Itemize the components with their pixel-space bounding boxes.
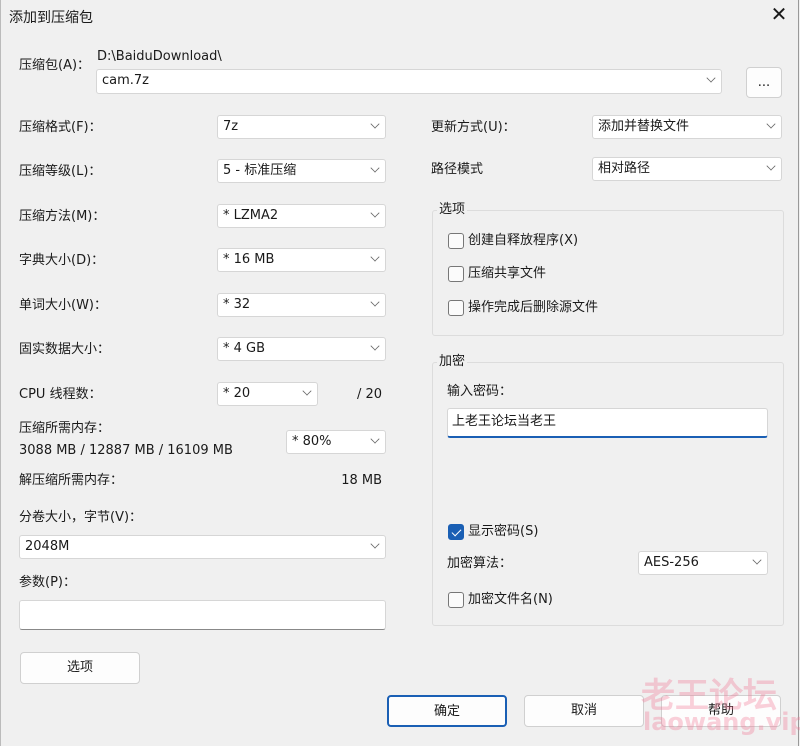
dict-label: 字典大小(D)：	[19, 253, 105, 268]
split-label: 分卷大小，字节(V)：	[19, 510, 143, 525]
checkbox-icon	[448, 592, 464, 608]
format-value: 7z	[223, 119, 239, 134]
archive-name-value: cam.7z	[102, 73, 150, 88]
encryption-group	[432, 362, 784, 626]
chevron-down-icon	[766, 161, 776, 171]
dict-value: * 16 MB	[223, 252, 275, 267]
encrypt-names-label: 加密文件名(N)	[468, 592, 553, 607]
cancel-button[interactable]: 取消	[524, 695, 644, 727]
word-label: 单词大小(W)：	[19, 298, 107, 313]
delete-after-label: 操作完成后删除源文件	[468, 300, 599, 315]
cpu-label: CPU 线程数：	[19, 387, 102, 402]
mem-label: 压缩所需内存：	[19, 421, 111, 436]
update-value: 添加并替换文件	[598, 119, 690, 134]
chevron-down-icon	[370, 163, 380, 173]
params-input[interactable]	[19, 600, 386, 630]
close-icon[interactable]: ✕	[767, 2, 791, 26]
split-value: 2048M	[25, 539, 70, 554]
chevron-down-icon	[370, 539, 380, 549]
pathmode-combo[interactable]: 相对路径	[592, 157, 782, 181]
cpu-combo[interactable]: * 20	[217, 382, 318, 406]
checkbox-checked-icon	[448, 524, 464, 540]
enc-method-value: AES-256	[644, 555, 699, 570]
pathmode-value: 相对路径	[598, 161, 651, 176]
dialog-title: 添加到压缩包	[9, 10, 93, 26]
browse-button[interactable]: ...	[746, 67, 782, 98]
solid-value: * 4 GB	[223, 341, 266, 356]
archive-path: D:\BaiduDownload\	[97, 49, 222, 64]
options-button[interactable]: 选项	[20, 652, 140, 684]
chevron-down-icon	[706, 73, 716, 83]
solid-combo[interactable]: * 4 GB	[217, 337, 386, 361]
mem-values: 3088 MB / 12887 MB / 16109 MB	[19, 443, 233, 458]
dict-combo[interactable]: * 16 MB	[217, 248, 386, 272]
update-combo[interactable]: 添加并替换文件	[592, 115, 782, 139]
dmem-label: 解压缩所需内存：	[19, 473, 124, 488]
pathmode-label: 路径模式	[431, 162, 484, 177]
method-combo[interactable]: * LZMA2	[217, 204, 386, 228]
chevron-down-icon	[370, 252, 380, 262]
options-group-title: 选项	[437, 202, 468, 217]
dmem-value: 18 MB	[341, 473, 382, 488]
checkbox-icon	[448, 233, 464, 249]
format-label: 压缩格式(F)：	[19, 120, 102, 135]
password-label: 输入密码：	[447, 384, 513, 399]
delete-after-checkbox[interactable]: 操作完成后删除源文件	[448, 300, 598, 316]
split-combo[interactable]: 2048M	[19, 535, 386, 559]
params-label: 参数(P)：	[19, 575, 76, 590]
method-value: * LZMA2	[223, 208, 279, 223]
archive-name-combo[interactable]: cam.7z	[96, 69, 722, 94]
sfx-checkbox[interactable]: 创建自释放程序(X)	[448, 233, 578, 249]
checkbox-icon	[448, 300, 464, 316]
checkbox-icon	[448, 266, 464, 282]
shared-files-checkbox[interactable]: 压缩共享文件	[448, 266, 546, 282]
encrypt-names-checkbox[interactable]: 加密文件名(N)	[448, 592, 553, 608]
watermark-url: laowang.vip	[643, 708, 800, 736]
level-label: 压缩等级(L)：	[19, 164, 102, 179]
solid-label: 固实数据大小：	[19, 342, 111, 357]
word-combo[interactable]: * 32	[217, 293, 386, 317]
password-input[interactable]: 上老王论坛当老王	[447, 408, 768, 438]
enc-method-label: 加密算法：	[447, 556, 513, 571]
level-combo[interactable]: 5 - 标准压缩	[217, 159, 386, 183]
mem-value: * 80%	[292, 434, 332, 449]
ok-button[interactable]: 确定	[387, 695, 507, 727]
level-value: 5 - 标准压缩	[223, 163, 297, 178]
chevron-down-icon	[766, 119, 776, 129]
update-label: 更新方式(U)：	[431, 120, 516, 135]
format-combo[interactable]: 7z	[217, 115, 386, 139]
chevron-down-icon	[752, 555, 762, 565]
add-to-archive-dialog: 添加到压缩包 ✕ 压缩包(A)： D:\BaiduDownload\ cam.7…	[0, 0, 800, 746]
show-password-checkbox[interactable]: 显示密码(S)	[448, 524, 538, 540]
method-label: 压缩方法(M)：	[19, 209, 106, 224]
chevron-down-icon	[370, 297, 380, 307]
enc-method-combo[interactable]: AES-256	[638, 551, 768, 575]
word-value: * 32	[223, 297, 251, 312]
show-password-label: 显示密码(S)	[468, 524, 539, 539]
chevron-down-icon	[370, 119, 380, 129]
chevron-down-icon	[370, 341, 380, 351]
chevron-down-icon	[370, 208, 380, 218]
chevron-down-icon	[370, 434, 380, 444]
cpu-value: * 20	[223, 386, 251, 401]
mem-combo[interactable]: * 80%	[286, 430, 386, 454]
archive-label: 压缩包(A)：	[19, 58, 91, 73]
shared-files-label: 压缩共享文件	[468, 266, 547, 281]
encryption-group-title: 加密	[437, 354, 468, 369]
sfx-label: 创建自释放程序(X)	[468, 233, 579, 248]
cpu-max: / 20	[356, 387, 382, 402]
chevron-down-icon	[302, 386, 312, 396]
